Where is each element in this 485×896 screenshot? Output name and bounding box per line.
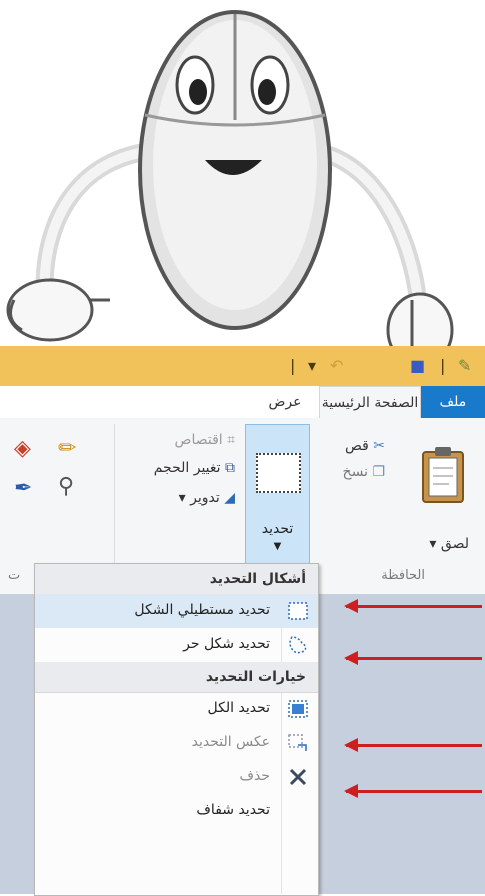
tools-group-label: ت [8, 568, 21, 583]
paint-app-icon: ✎ [458, 356, 472, 375]
group-separator-2 [114, 424, 115, 586]
crop-icon: ⌗ [227, 432, 235, 448]
menu-item-select-all[interactable]: تحديد الكل [35, 692, 318, 726]
clipboard-group-label: الحافظة [381, 568, 425, 583]
cut-button[interactable]: ✂ قص [345, 438, 385, 454]
tab-view[interactable]: عرض [255, 386, 315, 418]
select-button[interactable]: تحديد ▼ [245, 424, 310, 564]
separator-icon: | [290, 356, 296, 375]
rotate-label: تدوير [190, 490, 220, 506]
menu-item-label: تحديد مستطيلي الشكل [134, 602, 270, 618]
clipboard-icon[interactable] [419, 444, 467, 504]
fill-bucket-icon[interactable]: ◈ [14, 436, 31, 461]
select-all-icon [288, 700, 308, 718]
left-hand [6, 278, 110, 342]
tab-file[interactable]: ملف [421, 386, 485, 418]
resize-label: تغيير الحجم [153, 460, 221, 476]
menu-item-label: حذف [239, 768, 270, 784]
paste-button[interactable]: لصق ▾ [429, 536, 469, 552]
cut-label: قص [344, 438, 369, 454]
magnifier-icon[interactable]: ⚲ [58, 474, 74, 499]
resize-icon: ⧉ [225, 460, 235, 476]
title-bar: | ▾ ↶ ■ | ✎ [0, 346, 485, 386]
menu-item-label: تحديد شفاف [196, 802, 270, 818]
undo-icon[interactable]: ↶ [330, 356, 343, 375]
menu-item-label: تحديد الكل [207, 700, 270, 716]
select-label: تحديد [261, 521, 294, 537]
menu-section-shapes: أشكال التحديد [35, 564, 318, 595]
pointer-arrow [344, 651, 482, 665]
save-icon[interactable]: ■ [410, 356, 425, 375]
menu-item-delete[interactable]: حذف [35, 760, 318, 794]
rotate-button[interactable]: ◢ تدوير ▾ [179, 490, 235, 506]
copy-button[interactable]: ❐ نسخ [343, 464, 385, 480]
menu-item-label: عكس التحديد [191, 734, 270, 750]
tab-home[interactable]: الصفحة الرئيسية [319, 386, 421, 420]
ribbon-tabs: ملف الصفحة الرئيسية عرض [0, 386, 485, 420]
pencil-icon[interactable]: ✏ [58, 436, 76, 461]
scissors-icon: ✂ [373, 438, 385, 454]
paste-label: لصق [440, 536, 469, 552]
pointer-arrow [344, 599, 482, 613]
rotate-icon: ◢ [224, 490, 235, 506]
crop-label: اقتصاص [174, 432, 223, 448]
copy-icon: ❐ [372, 464, 385, 480]
menu-item-free-select[interactable]: تحديد شكل حر [35, 628, 318, 662]
menu-item-transparent-select[interactable]: تحديد شفاف [35, 794, 318, 828]
rect-select-icon [288, 602, 308, 620]
menu-item-rect-select[interactable]: تحديد مستطيلي الشكل [35, 594, 318, 628]
color-picker-icon[interactable]: ✒ [14, 476, 32, 501]
menu-section-options: خيارات التحديد [35, 662, 318, 693]
invert-select-icon [288, 734, 307, 751]
crop-button[interactable]: ⌗ اقتصاص [175, 432, 235, 448]
chevron-down-icon: ▼ [273, 541, 282, 552]
delete-icon [289, 768, 307, 786]
rect-select-large-icon [256, 453, 301, 493]
menu-item-invert-select[interactable]: عكس التحديد [35, 726, 318, 760]
copy-label: نسخ [342, 464, 368, 480]
separator-icon-2: | [440, 356, 446, 375]
customize-dropdown-icon[interactable]: ▾ [308, 356, 316, 375]
menu-item-label: تحديد شكل حر [183, 636, 270, 652]
resize-button[interactable]: ⧉ تغيير الحجم [154, 460, 235, 476]
free-select-icon [289, 636, 307, 654]
mouse-mascot [6, 10, 454, 360]
pointer-arrow [344, 784, 482, 798]
select-dropdown-menu: أشكال التحديد تحديد مستطيلي الشكل تحديد … [34, 563, 319, 896]
pointer-arrow [344, 738, 482, 752]
